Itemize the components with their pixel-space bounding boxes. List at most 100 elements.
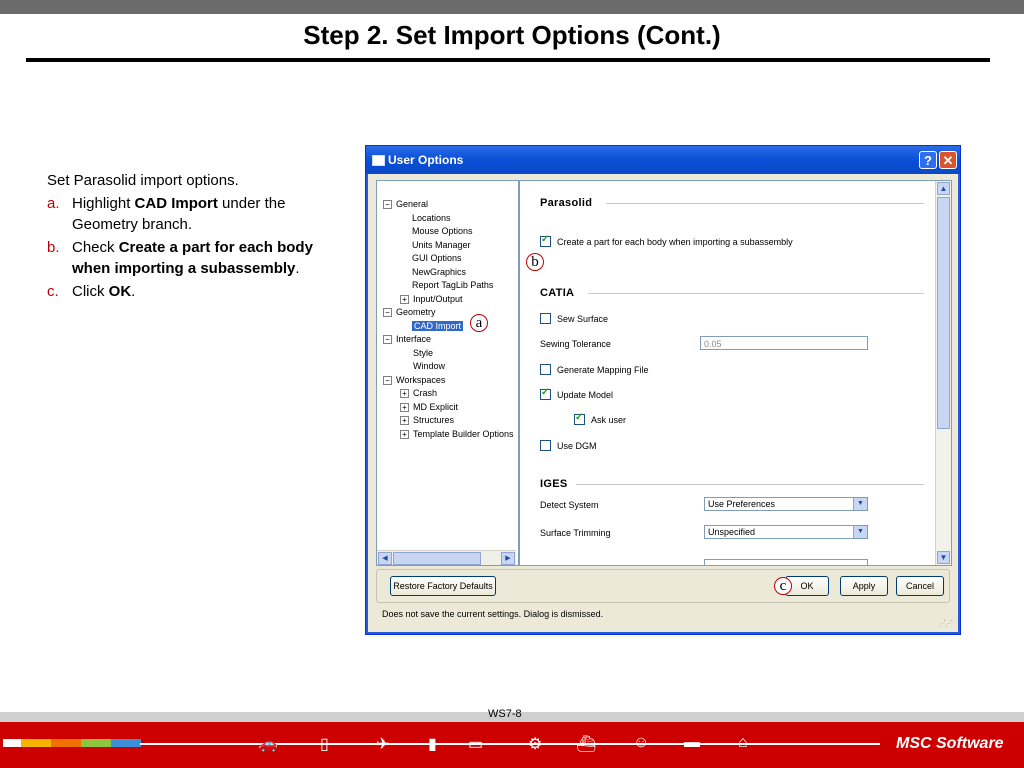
surface-trimming-value: Unspecified	[708, 527, 756, 537]
ask-user-checkbox[interactable]	[574, 412, 585, 425]
step-label: b.	[47, 239, 60, 256]
sew-surface-label: Sew Surface	[557, 313, 609, 324]
step-text: Highlight	[72, 195, 135, 212]
step-label: a.	[47, 195, 60, 212]
tree-content: − General Locations Mouse Options Units Mana…	[377, 181, 516, 541]
close-button[interactable]: ✕	[939, 151, 957, 169]
tree-horizontal-scrollbar[interactable]: ◀ ▶	[377, 550, 516, 565]
building-icon: ⌂	[738, 734, 748, 751]
cancel-button[interactable]: Cancel	[896, 576, 944, 596]
use-dgm-checkbox[interactable]	[540, 440, 551, 451]
tree-item[interactable]: Units Manager	[400, 239, 471, 251]
detect-system-select[interactable]: Use Preferences ▼	[704, 497, 868, 511]
panel-vertical-scrollbar[interactable]: ▲ ▼	[935, 181, 951, 565]
sewing-tolerance-label: Sewing Tolerance	[540, 339, 611, 349]
callout-b: b	[526, 253, 544, 271]
generate-mapping-label: Generate Mapping File	[557, 364, 649, 375]
tree-item[interactable]: + MD Explicit	[400, 401, 458, 413]
footer-strip	[0, 722, 1024, 768]
collapse-icon[interactable]: −	[383, 375, 392, 385]
tree-item[interactable]: − Workspaces	[383, 374, 445, 386]
ask-user-label: Ask user	[591, 414, 627, 425]
step-text: Check	[72, 239, 119, 256]
tree-item[interactable]: Window	[400, 360, 445, 372]
ask-user-option[interactable]: Ask user	[574, 412, 627, 425]
tree-item[interactable]: + Template Builder Options	[400, 428, 514, 440]
create-part-option[interactable]: Create a part for each body when importi…	[540, 234, 793, 247]
scroll-thumb[interactable]	[937, 197, 950, 429]
step-text: .	[295, 260, 300, 277]
tree-item[interactable]: NewGraphics	[400, 266, 466, 278]
scroll-up-icon[interactable]: ▲	[937, 182, 950, 195]
tree-item[interactable]: − Interface	[383, 333, 431, 345]
tree-item[interactable]: GUI Options	[400, 252, 462, 264]
scroll-left-icon[interactable]: ◀	[378, 552, 392, 565]
help-button[interactable]: ?	[919, 151, 937, 169]
tree-item-label: MD Explicit	[413, 401, 459, 412]
tree-item[interactable]: − Geometry	[383, 306, 436, 318]
use-dgm-label: Use DGM	[557, 440, 597, 451]
tree-item[interactable]: CAD Import	[400, 320, 464, 332]
train-icon: ▭	[468, 736, 484, 753]
truck-icon: ▬	[684, 734, 700, 751]
callout-a: a	[470, 314, 488, 332]
apply-button[interactable]: Apply	[840, 576, 888, 596]
restore-defaults-button[interactable]: Restore Factory Defaults	[390, 576, 496, 596]
chevron-down-icon[interactable]: ▼	[853, 498, 867, 510]
expand-icon[interactable]: +	[400, 294, 409, 304]
tree-item-label: Template Builder Options	[413, 428, 514, 439]
tree-item-label: Locations	[412, 212, 451, 223]
generate-mapping-checkbox[interactable]	[540, 364, 551, 375]
surface-trimming-label: Surface Trimming	[540, 528, 611, 538]
generate-mapping-option[interactable]: Generate Mapping File	[540, 364, 649, 375]
expand-icon[interactable]: +	[400, 416, 409, 425]
step-text: .	[131, 283, 136, 300]
tree-item-label: Structures	[413, 415, 455, 425]
instructions-intro: Set Parasolid import options.	[47, 172, 239, 189]
tree-item-label: Crash	[413, 388, 438, 398]
bottle-icon: ▮	[428, 736, 437, 753]
tree-item-label: Input/Output	[413, 293, 463, 304]
chevron-down-icon[interactable]: ▼	[853, 526, 867, 538]
sew-surface-checkbox[interactable]	[540, 313, 551, 324]
tree-item-label: Interface	[396, 334, 432, 344]
options-panel: Parasolid Create a part for each body wh…	[519, 180, 952, 566]
car-icon: 🚗	[258, 736, 278, 753]
color-swatch	[111, 739, 141, 747]
collapse-icon[interactable]: −	[383, 335, 392, 344]
update-model-option[interactable]: Update Model	[540, 387, 613, 400]
dialog-titlebar[interactable]: User Options ? ✕	[366, 146, 960, 174]
tree-item[interactable]: + Structures	[400, 414, 454, 426]
color-swatch	[81, 739, 111, 747]
title-underline	[26, 58, 990, 62]
use-dgm-option[interactable]: Use DGM	[540, 440, 597, 451]
section-divider	[606, 203, 924, 204]
collapse-icon[interactable]: −	[383, 308, 392, 317]
partial-select[interactable]	[704, 559, 868, 565]
tree-item-label: NewGraphics	[412, 266, 467, 277]
expand-icon[interactable]: +	[400, 429, 409, 439]
surface-trimming-select[interactable]: Unspecified ▼	[704, 525, 868, 539]
expand-icon[interactable]: +	[400, 402, 409, 412]
phone-icon: ▯	[320, 736, 329, 753]
sewing-tolerance-input[interactable]: 0.05	[700, 336, 868, 350]
resize-grip-icon[interactable]: ⋰⋰	[938, 619, 953, 628]
tree-item[interactable]: + Input/Output	[400, 293, 463, 305]
scroll-right-icon[interactable]: ▶	[501, 552, 515, 565]
tree-item[interactable]: Locations	[400, 212, 451, 224]
tree-item[interactable]: Style	[400, 347, 433, 359]
collapse-icon[interactable]: −	[383, 200, 392, 209]
scroll-thumb[interactable]	[393, 552, 481, 565]
tree-item[interactable]: Report TagLib Paths	[400, 279, 493, 291]
tree-item[interactable]: + Crash	[400, 387, 437, 399]
tree-item-label: Units Manager	[412, 239, 471, 250]
scroll-down-icon[interactable]: ▼	[937, 551, 950, 564]
create-part-checkbox[interactable]	[540, 234, 551, 247]
update-model-checkbox[interactable]	[540, 387, 551, 400]
expand-icon[interactable]: +	[400, 389, 409, 398]
sew-surface-option[interactable]: Sew Surface	[540, 313, 608, 324]
page-number: WS7-8	[488, 708, 522, 720]
tree-item[interactable]: − General	[383, 198, 428, 210]
button-row: Restore Factory Defaults OK Apply Cancel	[376, 569, 950, 603]
tree-item[interactable]: Mouse Options	[400, 225, 473, 237]
